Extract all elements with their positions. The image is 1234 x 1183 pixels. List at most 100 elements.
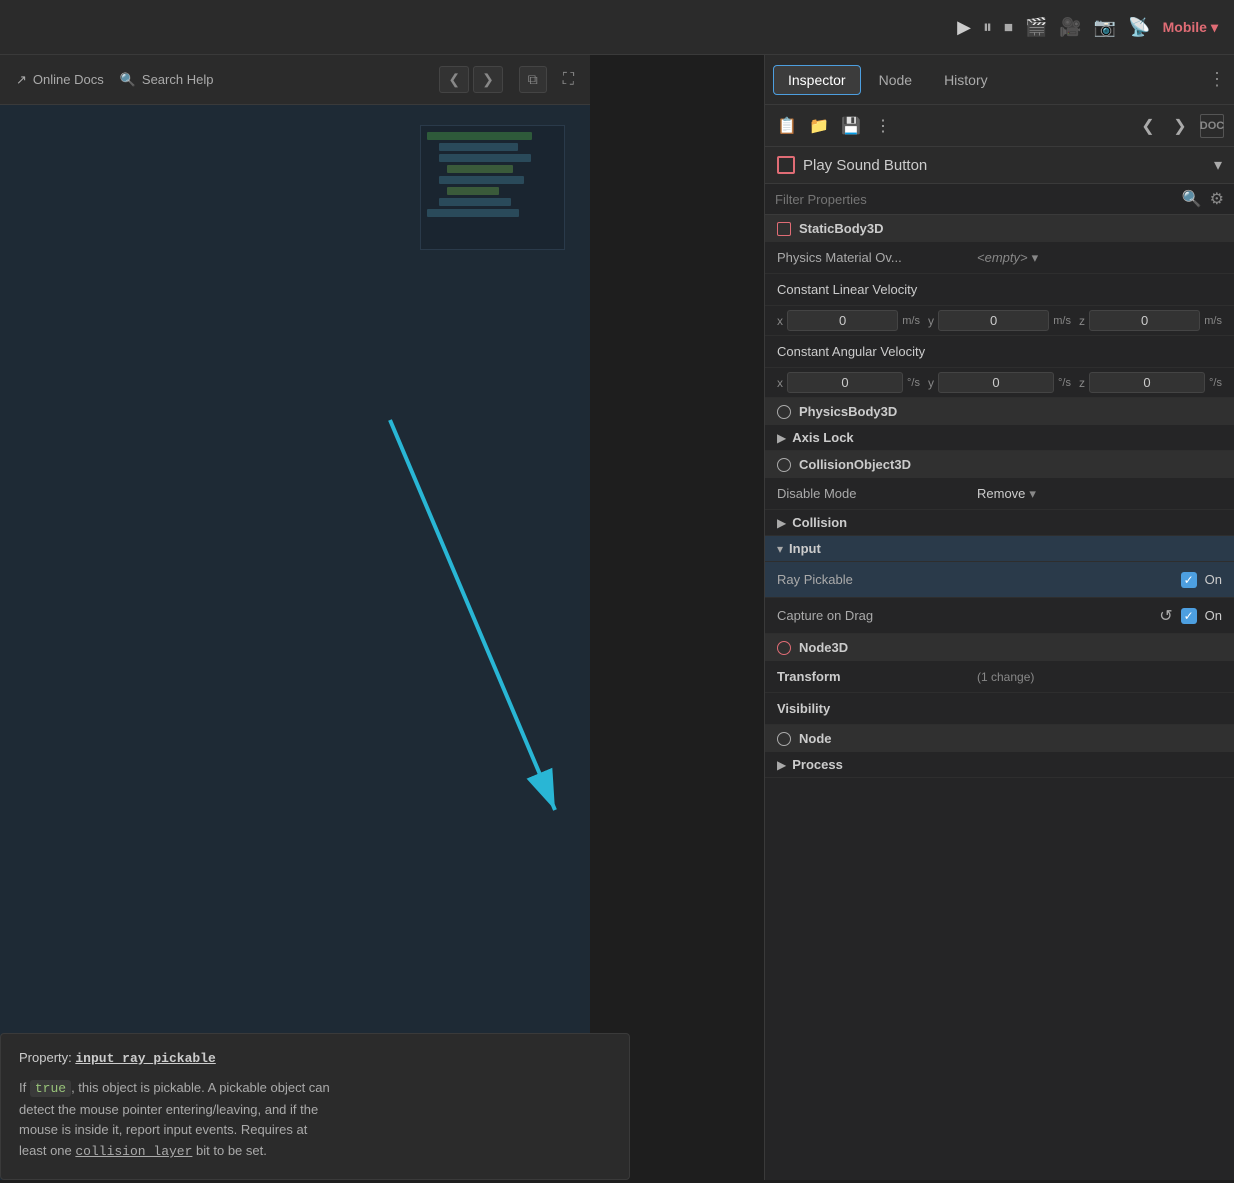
transform-value: (1 change)	[977, 670, 1222, 684]
section-node: Node	[765, 725, 1234, 752]
vel-z-label: z	[1079, 314, 1085, 328]
vel-z-input[interactable]	[1089, 310, 1200, 331]
tab-inspector[interactable]: Inspector	[773, 65, 861, 95]
capture-on-drag-reset[interactable]: ↺	[1159, 606, 1172, 626]
capture-on-drag-checkbox[interactable]: ✓	[1181, 608, 1197, 624]
vel-x-label: x	[777, 314, 783, 328]
ang-vel-z-input[interactable]	[1089, 372, 1205, 393]
copy-button[interactable]: ⧉	[519, 66, 547, 93]
ang-vel-z-unit: °/s	[1209, 377, 1222, 389]
toggle-ray-pickable: Ray Pickable ✓ On	[765, 562, 1234, 598]
prop-visibility: Visibility	[765, 693, 1234, 725]
ang-vel-y-input[interactable]	[938, 372, 1054, 393]
tooltip-true-code: true	[30, 1080, 71, 1097]
ray-pickable-checkbox[interactable]: ✓	[1181, 572, 1197, 588]
section-staticbody3d: StaticBody3D	[765, 215, 1234, 242]
linear-velocity-row: x m/s y m/s z m/s	[765, 306, 1234, 336]
fullscreen-button[interactable]: ⛶	[563, 71, 574, 89]
collapse-process[interactable]: ▶ Process	[765, 752, 1234, 778]
process-arrow: ▶	[777, 758, 786, 772]
inspector-menu-icon[interactable]: ⋮	[871, 114, 895, 138]
prop-linear-vel-label: Constant Linear Velocity	[765, 274, 1234, 306]
collapse-input[interactable]: ▾ Input	[765, 536, 1234, 562]
section-node-label: Node	[799, 731, 832, 746]
movie-icon[interactable]: 🎥	[1059, 17, 1081, 38]
prop-physics-material-value[interactable]: <empty> ▾	[977, 250, 1038, 266]
toggle-capture-on-drag: Capture on Drag ↺ ✓ On	[765, 598, 1234, 634]
node-name: Play Sound Button	[803, 157, 1206, 174]
disable-mode-value[interactable]: Remove ▾	[977, 486, 1036, 502]
search-help-label: Search Help	[142, 72, 214, 87]
section-staticbody3d-label: StaticBody3D	[799, 221, 884, 236]
mobile-dropdown-arrow: ▾	[1211, 19, 1218, 36]
filter-input[interactable]	[775, 192, 1174, 207]
filter-tune-icon[interactable]: ⚙	[1210, 189, 1224, 209]
vel-y-field: y m/s	[928, 310, 1071, 331]
back-arrow[interactable]: ❮	[439, 66, 469, 93]
node-header: Play Sound Button ▾	[765, 147, 1234, 184]
mobile-label: Mobile	[1163, 19, 1207, 35]
disable-mode-label: Disable Mode	[777, 486, 977, 501]
tooltip-prefix: Property:	[19, 1050, 75, 1065]
node-dropdown-arrow[interactable]: ▾	[1214, 155, 1222, 175]
tooltip-desc-1: If	[19, 1080, 30, 1095]
mobile-button[interactable]: Mobile ▾	[1163, 19, 1218, 36]
physicsbody3d-icon	[777, 405, 791, 419]
properties-scroll[interactable]: StaticBody3D Physics Material Ov... <emp…	[765, 215, 1234, 1180]
ang-vel-x-input[interactable]	[787, 372, 903, 393]
online-docs-button[interactable]: ↗ Online Docs	[16, 72, 104, 88]
disable-mode-arrow: ▾	[1029, 486, 1036, 502]
collapse-collision[interactable]: ▶ Collision	[765, 510, 1234, 536]
inspector-panel: Inspector Node History ⋮ 📋 📁 💾 ⋮ ❮ ❯ DOC…	[764, 55, 1234, 1180]
vel-x-unit: m/s	[902, 315, 920, 327]
play-button[interactable]: ▶	[957, 17, 971, 38]
vel-x-input[interactable]	[787, 310, 898, 331]
angular-vel-label: Constant Angular Velocity	[777, 344, 977, 359]
save-icon[interactable]: 💾	[839, 114, 863, 138]
capture-on-drag-label: Capture on Drag	[777, 608, 1159, 623]
code-thumbnail	[420, 125, 565, 250]
camera-icon[interactable]: 📷	[1094, 17, 1116, 38]
ang-vel-y-field: y °/s	[928, 372, 1071, 393]
online-docs-label: Online Docs	[33, 72, 104, 87]
open-icon[interactable]: 📁	[807, 114, 831, 138]
tab-node[interactable]: Node	[865, 66, 926, 94]
new-script-icon[interactable]: 📋	[775, 114, 799, 138]
filter-search-icon: 🔍	[1182, 189, 1202, 209]
left-toolbar: ↗ Online Docs 🔍 Search Help ❮ ❯ ⧉ ⛶	[0, 55, 590, 105]
pause-button[interactable]: ⏸	[983, 17, 992, 38]
inspector-back-icon[interactable]: ❮	[1136, 114, 1160, 138]
stop-button[interactable]: ⏹	[1004, 17, 1013, 38]
doc-icon[interactable]: DOC	[1200, 114, 1224, 138]
render-icon[interactable]: 🎬	[1025, 17, 1047, 38]
vel-y-input[interactable]	[938, 310, 1049, 331]
input-arrow: ▾	[777, 542, 783, 556]
vel-z-field: z m/s	[1079, 310, 1222, 331]
search-help-button[interactable]: 🔍 Search Help	[120, 72, 214, 88]
remote-icon[interactable]: 📡	[1128, 17, 1150, 38]
ang-vel-z-label: z	[1079, 376, 1085, 390]
node-icon	[777, 732, 791, 746]
prop-angular-vel-label: Constant Angular Velocity	[765, 336, 1234, 368]
tooltip-property-name: input_ray_pickable	[75, 1051, 215, 1066]
collapse-axis-lock[interactable]: ▶ Axis Lock	[765, 425, 1234, 451]
collision-label: Collision	[792, 515, 847, 530]
inspector-tabs-more[interactable]: ⋮	[1208, 69, 1226, 90]
section-physicsbody3d-label: PhysicsBody3D	[799, 404, 897, 419]
disable-mode-text: Remove	[977, 486, 1025, 501]
section-physicsbody3d: PhysicsBody3D	[765, 398, 1234, 425]
ray-pickable-label: Ray Pickable	[777, 572, 1181, 587]
inspector-forward-icon[interactable]: ❯	[1168, 114, 1192, 138]
staticbody3d-icon	[777, 222, 791, 236]
filter-row: 🔍 ⚙	[765, 184, 1234, 215]
inspector-tabs: Inspector Node History ⋮	[765, 55, 1234, 105]
axis-lock-arrow: ▶	[777, 431, 786, 445]
tab-history[interactable]: History	[930, 66, 1002, 94]
forward-arrow[interactable]: ❯	[473, 66, 503, 93]
tooltip-desc-3: bit to be set.	[192, 1143, 266, 1158]
ang-vel-y-label: y	[928, 376, 934, 390]
tooltip-title: Property: input_ray_pickable	[19, 1050, 611, 1066]
process-label: Process	[792, 757, 843, 772]
physics-material-empty: <empty>	[977, 250, 1028, 265]
nav-arrows: ❮ ❯	[439, 66, 502, 93]
